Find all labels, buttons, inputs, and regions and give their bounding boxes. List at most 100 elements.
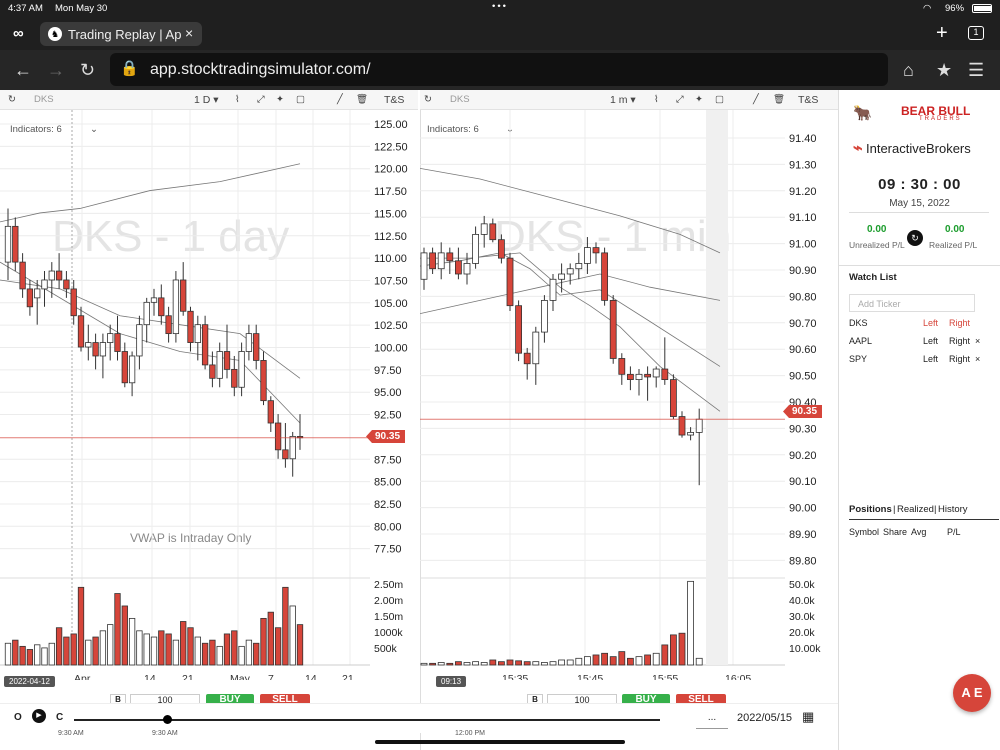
crosshair-time-tag: 09:13	[436, 676, 467, 687]
time-and-sales-toggle[interactable]: T&S	[798, 94, 818, 106]
bookmark-star-icon[interactable]: ★	[936, 60, 952, 81]
watchlist-row[interactable]: DKS Left Right	[849, 318, 994, 336]
candle-body	[172, 279, 180, 335]
back-icon[interactable]: ←	[14, 60, 32, 81]
browser-tab[interactable]: ♞ Trading Replay | Ap ×	[40, 22, 202, 46]
close-tab-icon[interactable]: ×	[185, 25, 193, 41]
y-axis-label: 90.60	[789, 344, 817, 356]
bearbull-logo-icon: 🐂	[853, 105, 872, 122]
replay-speed-select[interactable]: ...	[696, 707, 728, 729]
add-ticker-input[interactable]: Add Ticker	[849, 294, 975, 312]
new-tab-icon[interactable]: +	[936, 22, 948, 45]
reload-icon[interactable]: ↻	[80, 60, 95, 81]
unrealized-pl-value: 0.00	[867, 224, 887, 235]
candle-body	[661, 368, 669, 381]
candle-body	[626, 373, 634, 381]
refresh-icon[interactable]: ↻	[8, 94, 16, 105]
replay-timeline-track[interactable]	[74, 719, 660, 721]
ticker-input[interactable]: DKS	[34, 94, 54, 105]
user-avatar-button[interactable]: A E	[953, 674, 991, 712]
intraday-candle-chart[interactable]: 91.40 91.30 91.20 91.10 91.00 90.90 90.80 90.70…	[420, 110, 838, 680]
infinity-logo-icon[interactable]: ∞	[13, 25, 24, 42]
trash-icon[interactable]: 🗑	[773, 94, 785, 105]
twitter-icon[interactable]: ✦	[276, 94, 284, 105]
twitter-icon[interactable]: ✦	[695, 94, 703, 105]
square-icon[interactable]: ▢	[715, 94, 724, 105]
watchlist-right-button[interactable]: Right	[949, 336, 970, 346]
time-and-sales-toggle[interactable]: T&S	[384, 94, 404, 106]
fullscreen-icon[interactable]: ⤢	[676, 94, 684, 105]
watchlist-left-button[interactable]: Left	[923, 336, 938, 346]
y-axis-label: 92.50	[374, 410, 402, 422]
tab-history[interactable]: History	[938, 504, 968, 515]
draw-line-icon[interactable]: ╱	[337, 94, 343, 105]
volume-axis-label: 10.00k	[789, 643, 821, 655]
tab-count-icon[interactable]: 1	[968, 26, 984, 40]
realized-pl-value: 0.00	[945, 224, 965, 235]
y-axis-label: 100.00	[374, 343, 408, 355]
url-field[interactable]: 🔒 app.stocktradingsimulator.com/	[110, 53, 888, 86]
bull-favicon-icon: ♞	[48, 27, 62, 41]
remove-ticker-icon[interactable]: ×	[975, 354, 980, 364]
watchlist-left-button[interactable]: Left	[923, 318, 938, 328]
candle-body	[158, 297, 165, 317]
interval-select[interactable]: 1 m ▾	[610, 94, 636, 106]
volume-bar	[41, 647, 48, 666]
x-axis-label: May	[230, 673, 251, 680]
open-control[interactable]: O	[14, 712, 22, 723]
y-axis-label: 90.90	[789, 265, 817, 277]
replay-timeline-handle[interactable]	[163, 715, 172, 724]
y-axis-label: 80.00	[374, 521, 402, 533]
replay-date-input[interactable]: 2022/05/15	[737, 712, 792, 724]
close-control[interactable]: C	[56, 712, 63, 723]
play-icon[interactable]: ▶	[32, 709, 46, 723]
battery-icon	[972, 4, 992, 13]
refresh-icon[interactable]: ↻	[424, 94, 432, 105]
tab-positions[interactable]: Positions	[849, 504, 892, 515]
y-axis-label: 89.80	[789, 555, 817, 567]
y-axis-label: 89.90	[789, 529, 817, 541]
fullscreen-icon[interactable]: ⤢	[257, 94, 265, 105]
watchlist-symbol[interactable]: SPY	[849, 354, 867, 364]
home-icon[interactable]: ⌂	[903, 60, 914, 81]
multitask-dots-icon[interactable]: •••	[492, 1, 508, 12]
watchlist-symbol[interactable]: DKS	[849, 318, 868, 328]
watchlist-right-button[interactable]: Right	[949, 318, 970, 328]
x-axis-label: 21	[342, 673, 354, 680]
daily-candle-chart[interactable]: 125.00 122.50 120.00 117.50 115.00 112.50 110.…	[0, 110, 420, 680]
ticker-input[interactable]: DKS	[450, 94, 470, 105]
candle-body	[34, 288, 41, 299]
draw-line-icon[interactable]: ╱	[753, 94, 759, 105]
interval-select[interactable]: 1 D ▾	[194, 94, 219, 106]
volume-bar	[223, 633, 231, 666]
watchlist-row[interactable]: AAPL Left Right ×	[849, 336, 994, 354]
tab-separator: |	[893, 504, 896, 515]
tab-realized[interactable]: Realized	[897, 504, 934, 515]
candle-body	[245, 333, 253, 352]
volume-bar	[92, 636, 99, 666]
reset-pl-icon[interactable]: ↻	[907, 230, 923, 246]
volume-bar	[498, 661, 505, 666]
calendar-icon[interactable]: ▦	[802, 709, 814, 725]
remove-ticker-icon[interactable]: ×	[975, 336, 980, 346]
menu-icon[interactable]: ☰	[968, 60, 984, 81]
line-chart-icon[interactable]: ⌇	[654, 94, 659, 105]
candle-body	[136, 324, 143, 357]
trash-icon[interactable]: 🗑	[356, 94, 368, 105]
volume-bar	[420, 662, 428, 666]
y-axis-label: 90.70	[789, 318, 817, 330]
watchlist-symbol[interactable]: AAPL	[849, 336, 872, 346]
square-icon[interactable]: ▢	[296, 94, 305, 105]
watchlist-left-button[interactable]: Left	[923, 354, 938, 364]
volume-bar	[253, 642, 260, 666]
line-chart-icon[interactable]: ⌇	[235, 94, 240, 105]
watchlist-row[interactable]: SPY Left Right ×	[849, 354, 994, 372]
volume-axis-label: 2.00m	[374, 595, 403, 607]
replay-position-shade	[706, 110, 728, 665]
forward-icon[interactable]: →	[47, 60, 65, 81]
volume-bar	[669, 634, 677, 666]
candle-body	[165, 315, 172, 335]
candle-body	[41, 279, 48, 290]
watchlist-right-button[interactable]: Right	[949, 354, 970, 364]
volume-bar	[541, 662, 548, 666]
